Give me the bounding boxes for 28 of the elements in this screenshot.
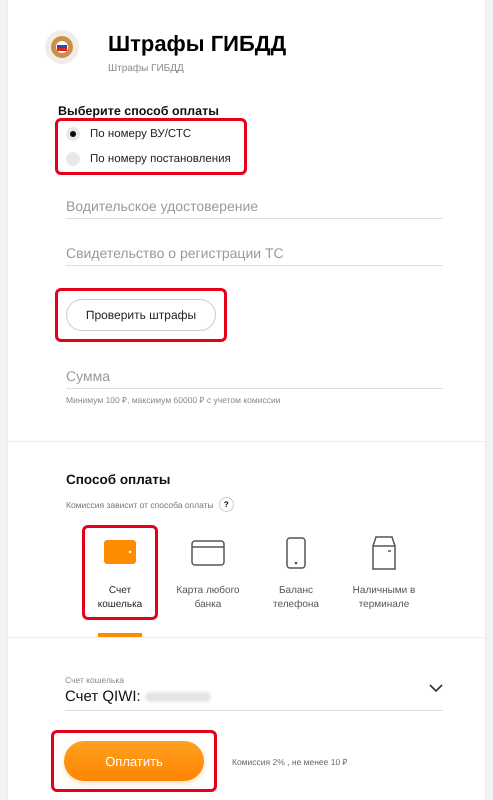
radio-label: По номеру ВУ/СТС bbox=[90, 128, 192, 140]
payment-method-tab[interactable]: Карта любого банка bbox=[166, 528, 250, 617]
check-fines-button[interactable]: Проверить штрафы bbox=[66, 299, 216, 331]
payment-method-tab[interactable]: Баланс телефона bbox=[254, 528, 338, 617]
radio-button[interactable] bbox=[66, 127, 80, 141]
terminal-icon bbox=[372, 536, 396, 570]
commission-hint: Комиссия зависит от способа оплаты bbox=[66, 500, 214, 510]
page-title: Штрафы ГИБДД bbox=[108, 31, 286, 57]
select-label: Счет кошелька bbox=[65, 675, 124, 685]
radio-label: По номеру постановления bbox=[90, 153, 231, 165]
amount-hint: Минимум 100 ₽, максимум 60000 ₽ с учетом комиссии bbox=[66, 394, 282, 405]
input-field[interactable]: Свидетельство о регистрации ТС bbox=[66, 241, 443, 266]
input-field[interactable]: Водительское удостоверение bbox=[66, 194, 443, 219]
account-select[interactable]: Счет кошелька Счет QIWI: bbox=[65, 670, 443, 711]
page-subtitle: Штрафы ГИБДД bbox=[108, 63, 185, 74]
amount-field[interactable]: Сумма bbox=[66, 364, 443, 389]
commission-note: Комиссия 2% , не менее 10 ₽ bbox=[232, 756, 348, 766]
phone-icon bbox=[286, 536, 306, 570]
radio-option[interactable]: По номеру ВУ/СТС bbox=[66, 127, 236, 141]
select-value: Счет QIWI: bbox=[65, 688, 141, 705]
section-heading: Способ оплаты bbox=[66, 472, 172, 487]
radio-option[interactable]: По номеру постановления bbox=[66, 152, 236, 166]
payment-method-tab[interactable]: Наличными в терминале bbox=[342, 528, 426, 617]
emblem-icon bbox=[45, 30, 79, 64]
chevron-down-icon bbox=[429, 684, 443, 692]
section-heading: Выберите способ оплаты bbox=[58, 104, 220, 118]
payment-method-tab[interactable]: Счет кошелька bbox=[85, 528, 155, 617]
help-button[interactable]: ? bbox=[218, 497, 234, 512]
